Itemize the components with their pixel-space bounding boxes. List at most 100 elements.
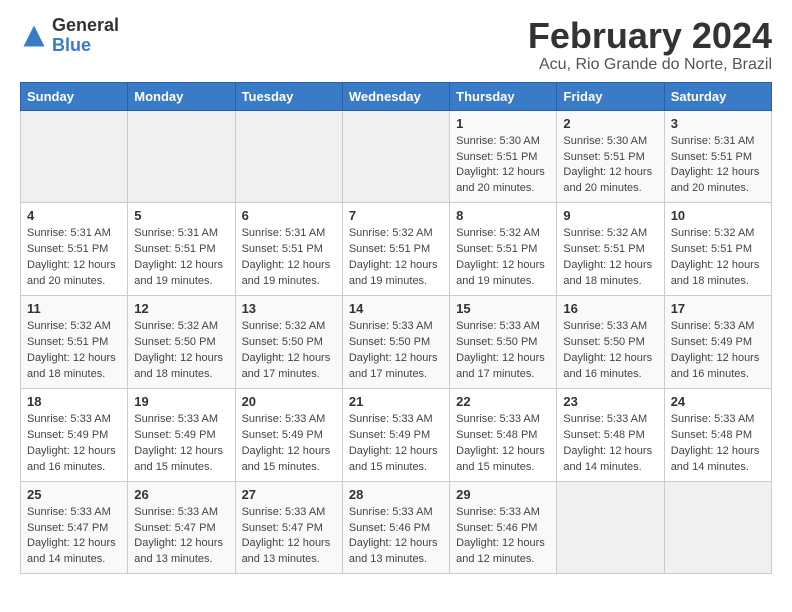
day-number: 3: [671, 116, 765, 131]
day-number: 28: [349, 487, 443, 502]
day-number: 1: [456, 116, 550, 131]
day-number: 15: [456, 301, 550, 316]
day-cell: 7Sunrise: 5:32 AMSunset: 5:51 PMDaylight…: [342, 203, 449, 296]
day-cell: 6 Sunrise: 5:31 AMSunset: 5:51 PMDaylight…: [235, 203, 342, 296]
logo-general: General: [52, 16, 119, 36]
day-number: 8: [456, 208, 550, 223]
day-number: 27: [242, 487, 336, 502]
day-cell: 28 Sunrise: 5:33 AMSunset: 5:46 PMDayligh…: [342, 481, 449, 574]
logo: General Blue: [20, 16, 119, 56]
day-number: 9: [563, 208, 657, 223]
day-cell: 19Sunrise: 5:33 AMSunset: 5:49 PMDayligh…: [128, 388, 235, 481]
week-row-5: 25 Sunrise: 5:33 AMSunset: 5:47 PMDayligh…: [21, 481, 772, 574]
day-number: 24: [671, 394, 765, 409]
day-number: 22: [456, 394, 550, 409]
day-number: 2: [563, 116, 657, 131]
day-cell: 15 Sunrise: 5:33 AMSunset: 5:50 PMDayligh…: [450, 296, 557, 389]
day-info: Sunrise: 5:31 AMSunset: 5:51 PMDaylight:…: [27, 226, 121, 290]
day-cell: 27 Sunrise: 5:33 AMSunset: 5:47 PMDayligh…: [235, 481, 342, 574]
day-cell: 18Sunrise: 5:33 AMSunset: 5:49 PMDayligh…: [21, 388, 128, 481]
day-cell: [21, 110, 128, 203]
day-info: Sunrise: 5:32 AMSunset: 5:51 PMDaylight:…: [671, 226, 765, 290]
day-cell: [664, 481, 771, 574]
day-info: Sunrise: 5:31 AMSunset: 5:51 PMDaylight:…: [242, 226, 336, 290]
location: Acu, Rio Grande do Norte, Brazil: [528, 56, 772, 74]
page-header: General Blue February 2024 Acu, Rio Gran…: [20, 16, 772, 74]
calendar-table: SundayMondayTuesdayWednesdayThursdayFrid…: [20, 82, 772, 575]
day-cell: 2Sunrise: 5:30 AMSunset: 5:51 PMDaylight…: [557, 110, 664, 203]
week-row-2: 4 Sunrise: 5:31 AMSunset: 5:51 PMDaylight…: [21, 203, 772, 296]
day-info: Sunrise: 5:33 AMSunset: 5:48 PMDaylight:…: [671, 412, 765, 476]
day-number: 16: [563, 301, 657, 316]
day-cell: 26 Sunrise: 5:33 AMSunset: 5:47 PMDayligh…: [128, 481, 235, 574]
day-cell: [557, 481, 664, 574]
day-number: 17: [671, 301, 765, 316]
day-number: 11: [27, 301, 121, 316]
header-cell-tuesday: Tuesday: [235, 82, 342, 110]
header-cell-sunday: Sunday: [21, 82, 128, 110]
day-info: Sunrise: 5:33 AMSunset: 5:50 PMDaylight:…: [563, 319, 657, 383]
day-cell: 20Sunrise: 5:33 AMSunset: 5:49 PMDayligh…: [235, 388, 342, 481]
day-cell: 14Sunrise: 5:33 AMSunset: 5:50 PMDayligh…: [342, 296, 449, 389]
day-cell: 16 Sunrise: 5:33 AMSunset: 5:50 PMDayligh…: [557, 296, 664, 389]
header-cell-wednesday: Wednesday: [342, 82, 449, 110]
day-info: Sunrise: 5:33 AMSunset: 5:46 PMDaylight:…: [456, 505, 550, 569]
day-info: Sunrise: 5:33 AMSunset: 5:48 PMDaylight:…: [456, 412, 550, 476]
day-cell: 11 Sunrise: 5:32 AMSunset: 5:51 PMDayligh…: [21, 296, 128, 389]
day-cell: 5 Sunrise: 5:31 AMSunset: 5:51 PMDaylight…: [128, 203, 235, 296]
day-cell: [128, 110, 235, 203]
day-info: Sunrise: 5:33 AMSunset: 5:47 PMDaylight:…: [242, 505, 336, 569]
day-number: 26: [134, 487, 228, 502]
day-info: Sunrise: 5:31 AMSunset: 5:51 PMDaylight:…: [134, 226, 228, 290]
day-number: 7: [349, 208, 443, 223]
day-number: 10: [671, 208, 765, 223]
day-number: 6: [242, 208, 336, 223]
day-info: Sunrise: 5:33 AMSunset: 5:49 PMDaylight:…: [349, 412, 443, 476]
day-number: 19: [134, 394, 228, 409]
day-info: Sunrise: 5:32 AMSunset: 5:51 PMDaylight:…: [456, 226, 550, 290]
day-info: Sunrise: 5:32 AMSunset: 5:50 PMDaylight:…: [242, 319, 336, 383]
day-number: 5: [134, 208, 228, 223]
day-number: 12: [134, 301, 228, 316]
day-cell: [235, 110, 342, 203]
month-title: February 2024: [528, 16, 772, 56]
day-number: 29: [456, 487, 550, 502]
header-cell-thursday: Thursday: [450, 82, 557, 110]
day-cell: 13 Sunrise: 5:32 AMSunset: 5:50 PMDayligh…: [235, 296, 342, 389]
day-cell: 21 Sunrise: 5:33 AMSunset: 5:49 PMDayligh…: [342, 388, 449, 481]
day-cell: 4 Sunrise: 5:31 AMSunset: 5:51 PMDaylight…: [21, 203, 128, 296]
header-cell-saturday: Saturday: [664, 82, 771, 110]
day-info: Sunrise: 5:30 AMSunset: 5:51 PMDaylight:…: [456, 134, 550, 198]
week-row-4: 18Sunrise: 5:33 AMSunset: 5:49 PMDayligh…: [21, 388, 772, 481]
day-info: Sunrise: 5:33 AMSunset: 5:46 PMDaylight:…: [349, 505, 443, 569]
day-info: Sunrise: 5:33 AMSunset: 5:49 PMDaylight:…: [671, 319, 765, 383]
header-row: SundayMondayTuesdayWednesdayThursdayFrid…: [21, 82, 772, 110]
logo-blue: Blue: [52, 36, 119, 56]
day-info: Sunrise: 5:33 AMSunset: 5:50 PMDaylight:…: [349, 319, 443, 383]
calendar-body: 1 Sunrise: 5:30 AMSunset: 5:51 PMDaylight…: [21, 110, 772, 574]
day-cell: [342, 110, 449, 203]
header-cell-friday: Friday: [557, 82, 664, 110]
header-cell-monday: Monday: [128, 82, 235, 110]
day-info: Sunrise: 5:33 AMSunset: 5:47 PMDaylight:…: [27, 505, 121, 569]
day-number: 21: [349, 394, 443, 409]
week-row-3: 11 Sunrise: 5:32 AMSunset: 5:51 PMDayligh…: [21, 296, 772, 389]
week-row-1: 1 Sunrise: 5:30 AMSunset: 5:51 PMDaylight…: [21, 110, 772, 203]
day-number: 13: [242, 301, 336, 316]
day-cell: 24 Sunrise: 5:33 AMSunset: 5:48 PMDayligh…: [664, 388, 771, 481]
day-cell: 17 Sunrise: 5:33 AMSunset: 5:49 PMDayligh…: [664, 296, 771, 389]
day-info: Sunrise: 5:33 AMSunset: 5:47 PMDaylight:…: [134, 505, 228, 569]
logo-icon: [20, 22, 48, 50]
day-cell: 23Sunrise: 5:33 AMSunset: 5:48 PMDayligh…: [557, 388, 664, 481]
day-number: 4: [27, 208, 121, 223]
day-info: Sunrise: 5:32 AMSunset: 5:51 PMDaylight:…: [27, 319, 121, 383]
day-info: Sunrise: 5:33 AMSunset: 5:50 PMDaylight:…: [456, 319, 550, 383]
day-info: Sunrise: 5:32 AMSunset: 5:51 PMDaylight:…: [563, 226, 657, 290]
day-cell: 10 Sunrise: 5:32 AMSunset: 5:51 PMDayligh…: [664, 203, 771, 296]
day-info: Sunrise: 5:33 AMSunset: 5:49 PMDaylight:…: [242, 412, 336, 476]
day-cell: 22 Sunrise: 5:33 AMSunset: 5:48 PMDayligh…: [450, 388, 557, 481]
day-cell: 25 Sunrise: 5:33 AMSunset: 5:47 PMDayligh…: [21, 481, 128, 574]
day-number: 25: [27, 487, 121, 502]
day-cell: 8 Sunrise: 5:32 AMSunset: 5:51 PMDaylight…: [450, 203, 557, 296]
day-cell: 29 Sunrise: 5:33 AMSunset: 5:46 PMDayligh…: [450, 481, 557, 574]
